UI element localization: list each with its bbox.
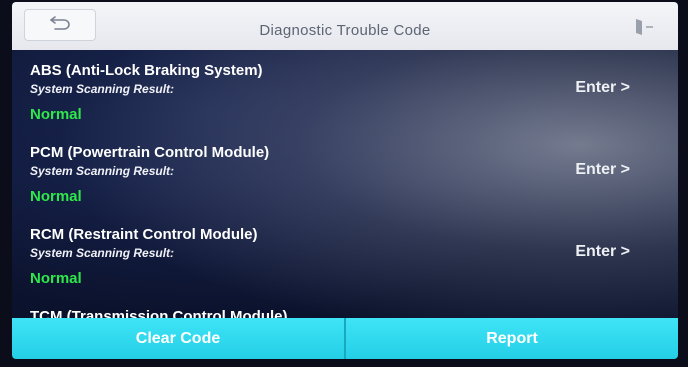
enter-button[interactable]: Enter > bbox=[575, 243, 630, 261]
exit-button[interactable] bbox=[634, 18, 656, 36]
status-badge: Normal bbox=[30, 188, 82, 205]
enter-button[interactable]: Enter > bbox=[575, 161, 630, 179]
system-row-pcm[interactable]: PCM (Powertrain Control Module) System S… bbox=[12, 132, 678, 214]
system-row-abs[interactable]: ABS (Anti-Lock Braking System) System Sc… bbox=[12, 50, 678, 132]
system-name: RCM (Restraint Control Module) bbox=[30, 226, 258, 243]
status-badge: Normal bbox=[30, 270, 82, 287]
scanner-screen: Diagnostic Trouble Code ABS (Anti-Lock B… bbox=[12, 2, 678, 359]
status-badge: Normal bbox=[30, 106, 82, 123]
action-bar: Clear Code Report bbox=[12, 318, 678, 359]
page-title: Diagnostic Trouble Code bbox=[259, 22, 431, 39]
title-bar: Diagnostic Trouble Code bbox=[12, 2, 678, 50]
system-row-rcm[interactable]: RCM (Restraint Control Module) System Sc… bbox=[12, 214, 678, 296]
scan-result-label: System Scanning Result: bbox=[30, 246, 175, 260]
system-name: PCM (Powertrain Control Module) bbox=[30, 144, 270, 161]
system-list: ABS (Anti-Lock Braking System) System Sc… bbox=[12, 50, 678, 320]
enter-button[interactable]: Enter > bbox=[575, 79, 630, 97]
scan-result-label: System Scanning Result: bbox=[30, 164, 175, 178]
clear-code-button[interactable]: Clear Code bbox=[12, 318, 344, 359]
report-button[interactable]: Report bbox=[344, 318, 678, 359]
system-name: ABS (Anti-Lock Braking System) bbox=[30, 62, 263, 79]
scan-result-label: System Scanning Result: bbox=[30, 82, 175, 96]
exit-door-icon bbox=[634, 19, 656, 40]
